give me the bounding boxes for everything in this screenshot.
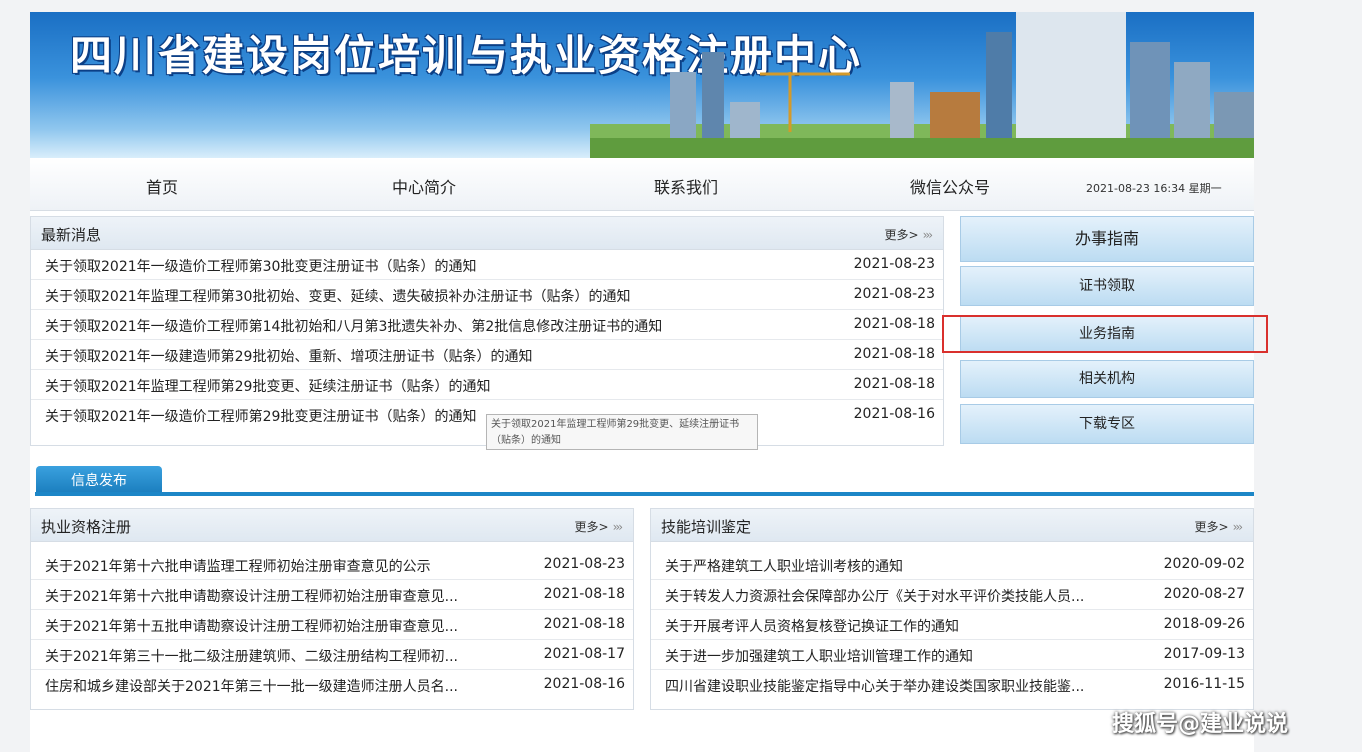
- news-row: 关于领取2021年一级造价工程师第30批变更注册证书（贴条）的通知 2021-08…: [31, 250, 943, 280]
- list-item: 关于开展考评人员资格复核登记换证工作的通知 2018-09-26: [651, 610, 1253, 640]
- nav-wechat[interactable]: 微信公众号: [910, 174, 990, 198]
- list-item: 关于2021年第十五批申请勘察设计注册工程师初始注册审查意见... 2021-08…: [31, 610, 633, 640]
- city-skyline-illustration: [590, 12, 1254, 158]
- training-link[interactable]: 关于进一步加强建筑工人职业培训管理工作的通知: [665, 646, 973, 666]
- training-link[interactable]: 四川省建设职业技能鉴定指导中心关于举办建设类国家职业技能鉴...: [665, 676, 1084, 696]
- training-panel: 技能培训鉴定 更多> ››› 关于严格建筑工人职业培训考核的通知 2020-09-0…: [650, 508, 1254, 710]
- news-date: 2021-08-18: [853, 316, 935, 332]
- tab-info-release[interactable]: 信息发布: [36, 466, 162, 494]
- list-item: 关于2021年第三十一批二级注册建筑师、二级注册结构工程师初... 2021-08…: [31, 640, 633, 670]
- news-row: 关于领取2021年一级建造师第29批初始、重新、增项注册证书（贴条）的通知 202…: [31, 340, 943, 370]
- item-date: 2021-08-17: [543, 646, 625, 662]
- news-date: 2021-08-16: [853, 406, 935, 422]
- more-link[interactable]: 更多> ›››: [884, 226, 934, 243]
- item-date: 2020-08-27: [1163, 586, 1245, 602]
- item-date: 2017-09-13: [1163, 646, 1245, 662]
- more-label: 更多>: [1194, 520, 1229, 534]
- more-link[interactable]: 更多> ›››: [1194, 518, 1244, 535]
- sidebar-item-certificate[interactable]: 证书领取: [960, 266, 1254, 306]
- item-date: 2020-09-02: [1163, 556, 1245, 572]
- news-link[interactable]: 关于领取2021年一级建造师第29批初始、重新、增项注册证书（贴条）的通知: [45, 346, 532, 366]
- panel-header: 执业资格注册 更多> ›››: [31, 509, 633, 542]
- registration-link[interactable]: 住房和城乡建设部关于2021年第三十一批一级建造师注册人员名...: [45, 676, 458, 696]
- news-link[interactable]: 关于领取2021年监理工程师第30批初始、变更、延续、遗失破损补办注册证书（贴条…: [45, 286, 630, 306]
- double-chevron-icon: ›››: [922, 228, 934, 242]
- news-date: 2021-08-18: [853, 346, 935, 362]
- list-item: 四川省建设职业技能鉴定指导中心关于举办建设类国家职业技能鉴... 2016-11-…: [651, 670, 1253, 699]
- registration-link[interactable]: 关于2021年第三十一批二级注册建筑师、二级注册结构工程师初...: [45, 646, 458, 666]
- more-link[interactable]: 更多> ›››: [574, 518, 624, 535]
- news-date: 2021-08-23: [853, 256, 935, 272]
- training-link[interactable]: 关于严格建筑工人职业培训考核的通知: [665, 556, 903, 576]
- nav-contact[interactable]: 联系我们: [654, 174, 718, 198]
- sidebar-item-guide[interactable]: 办事指南: [960, 216, 1254, 262]
- item-date: 2021-08-18: [543, 616, 625, 632]
- tab-underline: [35, 492, 1254, 496]
- registration-panel: 执业资格注册 更多> ››› 关于2021年第十六批申请监理工程师初始注册审查意见…: [30, 508, 634, 710]
- panel-header: 技能培训鉴定 更多> ›››: [651, 509, 1253, 542]
- double-chevron-icon: ›››: [1232, 520, 1244, 534]
- news-link[interactable]: 关于领取2021年一级造价工程师第30批变更注册证书（贴条）的通知: [45, 256, 476, 276]
- double-chevron-icon: ›››: [612, 520, 624, 534]
- item-date: 2021-08-18: [543, 586, 625, 602]
- list-item: 关于进一步加强建筑工人职业培训管理工作的通知 2017-09-13: [651, 640, 1253, 670]
- news-row: 关于领取2021年一级造价工程师第14批初始和八月第3批遗失补办、第2批信息修改…: [31, 310, 943, 340]
- panel-title: 技能培训鉴定: [661, 518, 752, 536]
- sidebar-item-institutions[interactable]: 相关机构: [960, 360, 1254, 398]
- item-date: 2021-08-16: [543, 676, 625, 692]
- current-datetime: 2021-08-23 16:34 星期一: [1086, 182, 1222, 195]
- registration-link[interactable]: 关于2021年第十五批申请勘察设计注册工程师初始注册审查意见...: [45, 616, 458, 636]
- sidebar-item-downloads[interactable]: 下载专区: [960, 404, 1254, 444]
- main-nav: 首页 中心简介 联系我们 微信公众号 2021-08-23 16:34 星期一: [30, 158, 1254, 211]
- panel-title: 最新消息: [41, 226, 102, 244]
- list-item: 住房和城乡建设部关于2021年第三十一批一级建造师注册人员名... 2021-08…: [31, 670, 633, 699]
- news-row: 关于领取2021年监理工程师第29批变更、延续注册证书（贴条）的通知 2021-0…: [31, 370, 943, 400]
- news-link[interactable]: 关于领取2021年监理工程师第29批变更、延续注册证书（贴条）的通知: [45, 376, 490, 396]
- item-date: 2021-08-23: [543, 556, 625, 572]
- training-link[interactable]: 关于开展考评人员资格复核登记换证工作的通知: [665, 616, 959, 636]
- site-banner: 四川省建设岗位培训与执业资格注册中心: [30, 12, 1254, 158]
- list-item: 关于严格建筑工人职业培训考核的通知 2020-09-02: [651, 550, 1253, 580]
- watermark: 搜狐号@建业说说: [1112, 712, 1289, 737]
- list-item: 关于转发人力资源社会保障部办公厅《关于对水平评价类技能人员... 2020-08-…: [651, 580, 1253, 610]
- news-link[interactable]: 关于领取2021年一级造价工程师第14批初始和八月第3批遗失补办、第2批信息修改…: [45, 316, 662, 336]
- registration-link[interactable]: 关于2021年第十六批申请勘察设计注册工程师初始注册审查意见...: [45, 586, 458, 606]
- annotation-highlight-box: [942, 315, 1268, 353]
- registration-link[interactable]: 关于2021年第十六批申请监理工程师初始注册审查意见的公示: [45, 556, 431, 576]
- panel-title: 执业资格注册: [41, 518, 132, 536]
- news-date: 2021-08-23: [853, 286, 935, 302]
- link-tooltip: 关于领取2021年监理工程师第29批变更、延续注册证书（贴条）的通知: [486, 414, 758, 450]
- more-label: 更多>: [574, 520, 609, 534]
- more-label: 更多>: [884, 228, 919, 242]
- list-item: 关于2021年第十六批申请勘察设计注册工程师初始注册审查意见... 2021-08…: [31, 580, 633, 610]
- news-date: 2021-08-18: [853, 376, 935, 392]
- item-date: 2018-09-26: [1163, 616, 1245, 632]
- item-date: 2016-11-15: [1163, 676, 1245, 692]
- nav-home[interactable]: 首页: [146, 174, 178, 198]
- news-link[interactable]: 关于领取2021年一级造价工程师第29批变更注册证书（贴条）的通知: [45, 406, 476, 426]
- nav-about[interactable]: 中心简介: [392, 174, 456, 198]
- panel-header: 最新消息 更多> ›››: [31, 217, 943, 250]
- training-link[interactable]: 关于转发人力资源社会保障部办公厅《关于对水平评价类技能人员...: [665, 586, 1084, 606]
- page-container: 四川省建设岗位培训与执业资格注册中心 首页 中心简介 联系我们 微信公众号 20…: [30, 12, 1254, 752]
- latest-news-panel: 最新消息 更多> ››› 关于领取2021年一级造价工程师第30批变更注册证书（贴…: [30, 216, 944, 446]
- news-row: 关于领取2021年监理工程师第30批初始、变更、延续、遗失破损补办注册证书（贴条…: [31, 280, 943, 310]
- list-item: 关于2021年第十六批申请监理工程师初始注册审查意见的公示 2021-08-23: [31, 550, 633, 580]
